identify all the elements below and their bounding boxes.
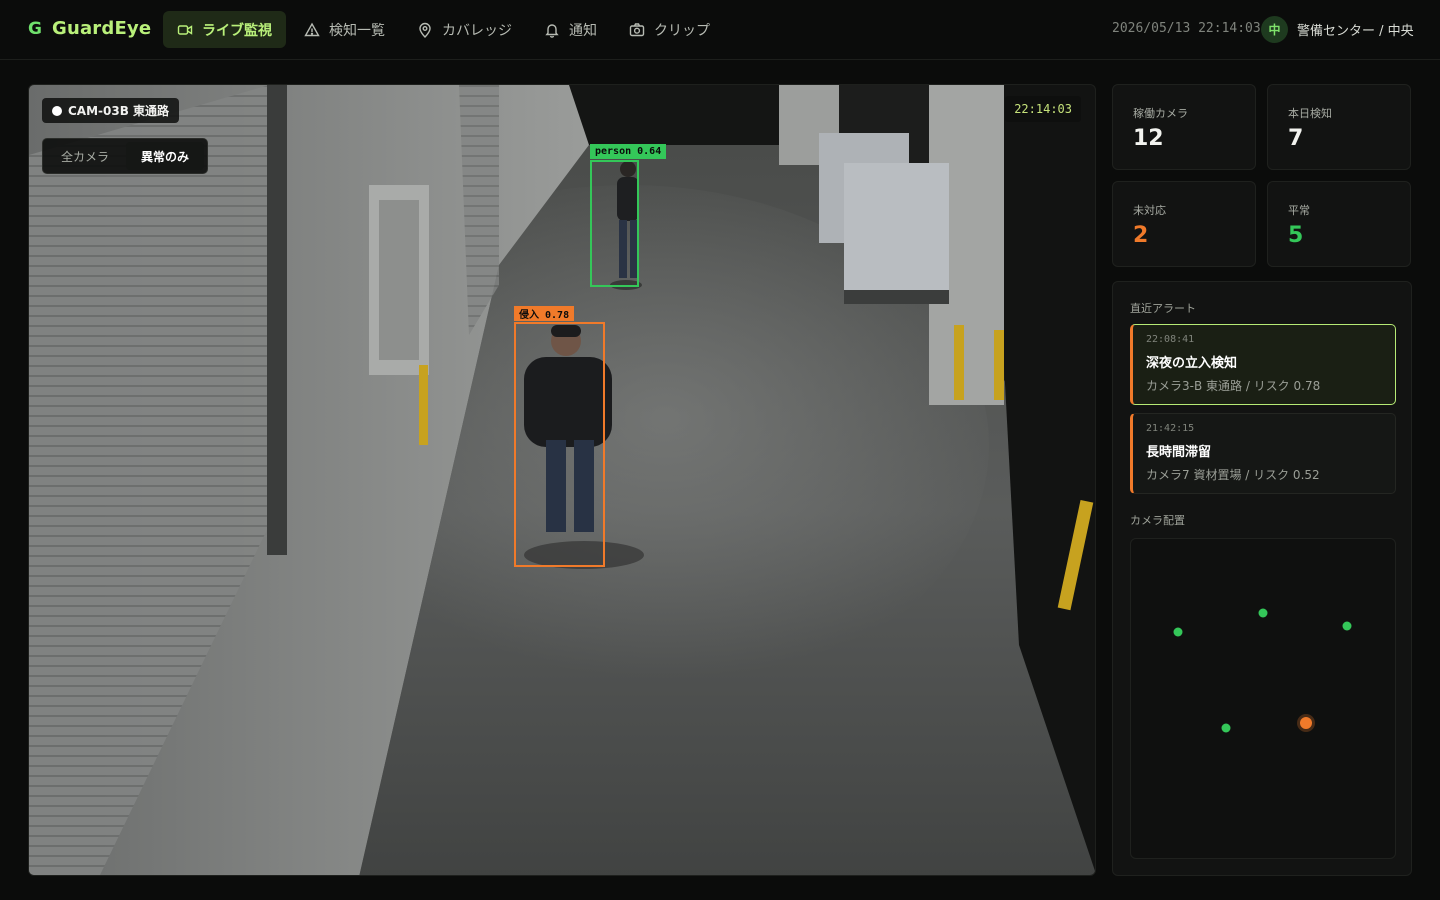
alert-meta: カメラ7 資材置場 / リスク 0.52 <box>1146 468 1320 482</box>
nav-live-monitor[interactable]: ライブ監視 <box>163 11 286 48</box>
alert-title: 長時間滞留 <box>1146 445 1212 460</box>
alert-time: 21:42:15 <box>1146 423 1195 434</box>
warning-icon <box>304 22 320 36</box>
feed-timestamp: 22:14:03 <box>1005 96 1081 122</box>
live-dot-icon <box>52 105 62 116</box>
bell-icon <box>545 23 559 38</box>
stat-label: 稼働カメラ <box>1133 107 1188 120</box>
side-panel: 直近アラート 22:08:41 深夜の立入検知 カメラ3-B 東通路 / リスク… <box>1112 281 1412 876</box>
alert-item[interactable]: 22:08:41 深夜の立入検知 カメラ3-B 東通路 / リスク 0.78 <box>1130 324 1396 405</box>
nav-coverage[interactable]: カバレッジ <box>403 11 526 48</box>
avatar: 中 <box>1261 16 1288 43</box>
camera-marker[interactable] <box>1173 627 1183 637</box>
camera-marker-alert[interactable] <box>1300 717 1312 729</box>
video-icon <box>177 24 193 35</box>
nav-notifications[interactable]: 通知 <box>530 11 611 48</box>
stat-normal: 平常 5 <box>1267 181 1411 267</box>
alert-item[interactable]: 21:42:15 長時間滞留 カメラ7 資材置場 / リスク 0.52 <box>1130 413 1396 494</box>
alerts-title: 直近アラート <box>1130 302 1196 315</box>
camera-marker[interactable] <box>1258 608 1268 618</box>
stat-label: 本日検知 <box>1288 107 1332 120</box>
current-datetime: 2026/05/13 22:14:03 <box>1112 21 1261 36</box>
brand[interactable]: G GuardEye <box>28 18 151 39</box>
main-nav: ライブ監視 検知一覧 カバレッジ 通知 クリップ <box>163 11 724 48</box>
nav-label: クリップ <box>654 22 710 39</box>
stat-label: 平常 <box>1288 204 1310 217</box>
stat-value: 7 <box>1288 126 1304 151</box>
stat-label: 未対応 <box>1133 204 1166 217</box>
stat-value: 12 <box>1133 126 1164 151</box>
stat-today-detections: 本日検知 7 <box>1267 84 1411 170</box>
logo-mark: G <box>28 18 42 39</box>
stat-value: 2 <box>1133 223 1149 248</box>
alert-time: 22:08:41 <box>1146 334 1195 345</box>
camera-map-title: カメラ配置 <box>1130 514 1185 527</box>
camera-label: CAM-03B 東通路 <box>42 98 180 123</box>
camera-marker[interactable] <box>1221 723 1231 733</box>
camera-marker[interactable] <box>1342 621 1352 631</box>
nav-label: カバレッジ <box>442 22 512 39</box>
alert-meta: カメラ3-B 東通路 / リスク 0.78 <box>1146 379 1321 393</box>
stat-value: 5 <box>1288 223 1304 248</box>
camera-name: CAM-03B 東通路 <box>68 104 170 118</box>
app-name: GuardEye <box>51 18 152 39</box>
nav-label: 通知 <box>569 22 597 39</box>
stat-unresolved: 未対応 2 <box>1112 181 1256 267</box>
stat-active-cameras: 稼働カメラ 12 <box>1112 84 1256 170</box>
detection-tag: 侵入 0.78 <box>514 306 575 321</box>
camera-map[interactable] <box>1130 538 1396 859</box>
detection-box-person[interactable]: person 0.64 <box>590 144 667 287</box>
nav-label: ライブ監視 <box>202 22 272 39</box>
nav-clips[interactable]: クリップ <box>615 11 724 48</box>
detection-box-intrusion[interactable]: 侵入 0.78 <box>514 306 605 567</box>
camera-feed[interactable]: person 0.64 侵入 0.78 CAM-03B 東通路 全カメラ 異常の… <box>28 84 1096 876</box>
user-label: 警備センター / 中央 <box>1297 24 1414 39</box>
filter-all-cameras[interactable]: 全カメラ <box>46 142 124 170</box>
camera-filter-toggle: 全カメラ 異常のみ <box>42 138 209 174</box>
location-pin-icon <box>419 22 431 38</box>
filter-anomaly-only[interactable]: 異常のみ <box>126 142 205 170</box>
user-menu[interactable]: 中 警備センター / 中央 <box>1261 16 1414 43</box>
top-bar: G GuardEye ライブ監視 検知一覧 カバレッジ 通知 クリップ 2026… <box>0 0 1440 60</box>
detection-tag: person 0.64 <box>590 144 667 159</box>
alert-title: 深夜の立入検知 <box>1146 356 1238 371</box>
camera-icon <box>629 22 645 36</box>
nav-detections[interactable]: 検知一覧 <box>290 11 399 48</box>
nav-label: 検知一覧 <box>329 22 385 39</box>
